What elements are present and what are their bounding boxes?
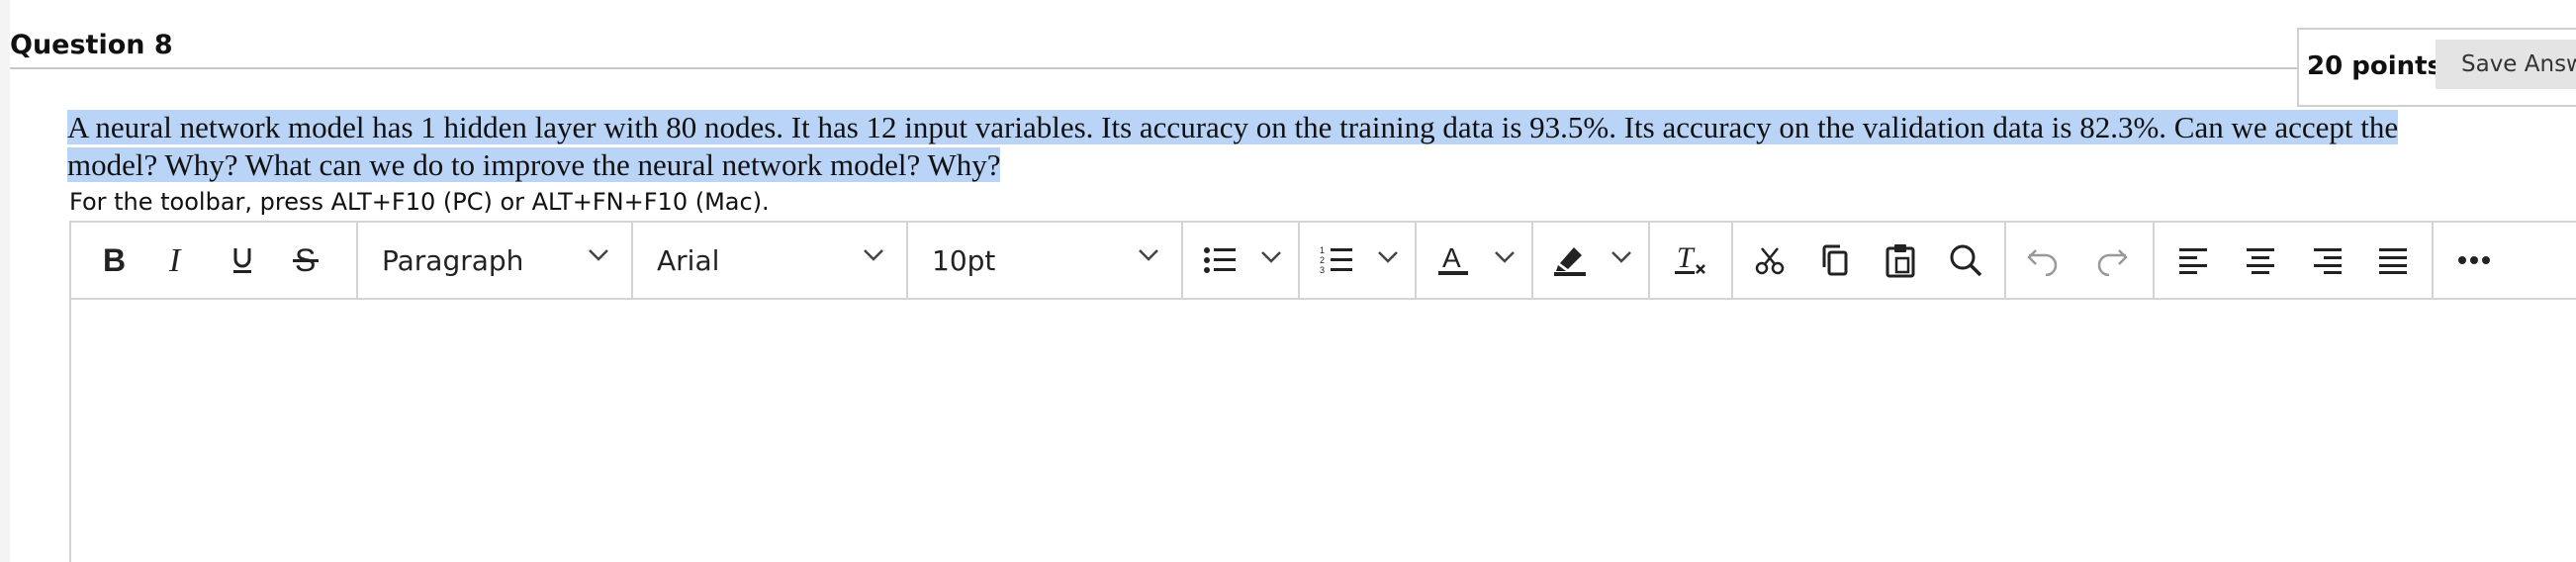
toolbar-hint: For the toolbar, press ALT+F10 (PC) or A… <box>69 188 770 216</box>
svg-text:2: 2 <box>1320 255 1325 265</box>
block-format-select[interactable]: Paragraph <box>358 223 633 298</box>
header-divider <box>10 67 2305 69</box>
font-size-value: 10pt <box>932 244 996 277</box>
chevron-down-icon[interactable] <box>1377 250 1399 264</box>
question-text: A neural network model has 1 hidden laye… <box>67 109 2501 184</box>
save-answer-button[interactable]: Save Answer <box>2436 40 2576 89</box>
highlight-group <box>1533 223 1650 298</box>
svg-text:A: A <box>1442 243 1461 273</box>
question-text-line-1: A neural network model has 1 hidden laye… <box>67 110 2399 144</box>
align-right-icon[interactable] <box>2303 236 2352 284</box>
svg-text:T: T <box>1677 243 1696 274</box>
highlight-icon[interactable] <box>1545 236 1595 284</box>
bullet-list-group <box>1183 223 1300 298</box>
chevron-down-icon <box>864 249 883 261</box>
svg-text:I: I <box>168 245 182 275</box>
search-icon[interactable] <box>1941 236 1990 284</box>
clear-format-group: T <box>1650 223 1733 298</box>
points-label: 20 points <box>2307 51 2443 81</box>
history-group <box>2006 223 2155 298</box>
undo-icon[interactable] <box>2018 236 2068 284</box>
svg-text:1: 1 <box>1320 245 1325 255</box>
cut-icon[interactable] <box>1745 236 1794 284</box>
left-margin-strip <box>0 0 10 562</box>
numbered-list-icon[interactable]: 123 <box>1312 236 1361 284</box>
font-size-select[interactable]: 10pt <box>908 223 1183 298</box>
points-panel: 20 points Save Answer <box>2297 28 2576 107</box>
block-format-value: Paragraph <box>382 244 524 277</box>
clipboard-group <box>1733 223 2006 298</box>
alignment-group <box>2155 223 2434 298</box>
more-group <box>2434 223 2576 298</box>
rich-text-editor: B I S Paragraph Arial 10pt 1 2 3 A T <box>69 221 2576 562</box>
paste-icon[interactable] <box>1876 236 1925 284</box>
text-color-icon[interactable]: A <box>1428 236 1478 284</box>
chevron-down-icon[interactable] <box>1494 250 1516 264</box>
italic-icon[interactable]: I <box>152 236 202 284</box>
question-title: Question 8 <box>10 30 173 60</box>
svg-text:3: 3 <box>1320 265 1325 275</box>
bullet-list-icon[interactable] <box>1195 236 1244 284</box>
text-style-group: B I S <box>71 223 358 298</box>
question-header: Question 8 <box>10 0 2576 71</box>
chevron-down-icon[interactable] <box>1260 250 1282 264</box>
align-center-icon[interactable] <box>2236 236 2285 284</box>
strikethrough-icon[interactable]: S <box>281 236 330 284</box>
chevron-down-icon <box>589 249 608 261</box>
chevron-down-icon[interactable] <box>1610 250 1632 264</box>
question-text-line-2: model? Why? What can we do to improve th… <box>67 147 1001 182</box>
text-color-group: A <box>1417 223 1533 298</box>
more-icon[interactable] <box>2449 236 2499 284</box>
justify-icon[interactable] <box>2368 236 2418 284</box>
numbered-list-group: 123 <box>1300 223 1417 298</box>
editor-toolbar: B I S Paragraph Arial 10pt 1 2 3 A T <box>71 223 2576 300</box>
chevron-down-icon <box>1139 249 1158 261</box>
clear-formatting-icon[interactable]: T <box>1666 236 1715 284</box>
font-family-select[interactable]: Arial <box>633 223 908 298</box>
copy-icon[interactable] <box>1810 236 1860 284</box>
underline-icon[interactable] <box>218 236 267 284</box>
redo-icon[interactable] <box>2087 236 2137 284</box>
align-left-icon[interactable] <box>2168 236 2218 284</box>
svg-text:B: B <box>103 245 126 275</box>
bold-icon[interactable]: B <box>89 236 138 284</box>
editor-content-area[interactable] <box>71 300 2576 562</box>
font-family-value: Arial <box>657 244 720 277</box>
